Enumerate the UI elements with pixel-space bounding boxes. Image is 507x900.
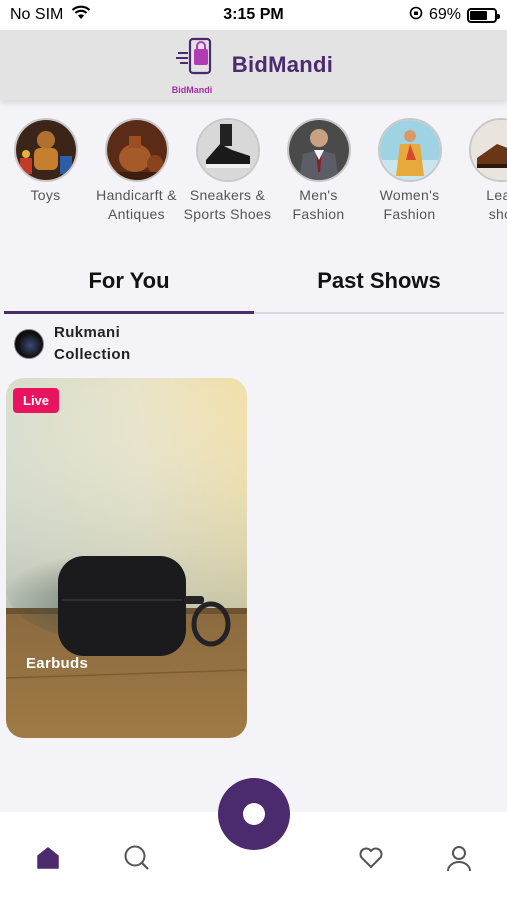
live-show-card[interactable]: Live Earbuds <box>6 378 247 738</box>
home-icon <box>37 847 59 869</box>
leather-shoes-thumbnail <box>468 118 507 182</box>
nav-favorites[interactable] <box>351 838 391 878</box>
profile-icon <box>447 846 471 872</box>
category-toys[interactable]: Toys <box>0 118 91 233</box>
category-label: Handicarft & Antiques <box>96 187 177 222</box>
category-handicraft[interactable]: Handicarft & Antiques <box>91 118 182 233</box>
category-label: Toys <box>30 187 61 203</box>
seller-name[interactable]: Rukmani Collection <box>54 322 131 366</box>
tab-for-you[interactable]: For You <box>4 250 254 314</box>
category-label: Men's Fashion <box>292 187 345 222</box>
orientation-lock-icon <box>409 6 423 25</box>
nav-home[interactable] <box>28 838 68 878</box>
go-live-button[interactable] <box>218 778 290 850</box>
carrier-label: No SIM <box>10 6 64 23</box>
seller-avatar[interactable] <box>14 329 44 359</box>
nav-profile[interactable] <box>439 838 479 878</box>
bidmandi-logo: BidMandi <box>172 37 222 95</box>
show-preview-image <box>6 378 247 738</box>
handicraft-thumbnail <box>104 118 169 182</box>
product-title: Earbuds <box>26 655 89 672</box>
category-womens-fashion[interactable]: Women's Fashion <box>364 118 455 233</box>
search-icon <box>124 845 149 870</box>
category-mens-fashion[interactable]: Men's Fashion <box>273 118 364 233</box>
category-label: Leat sho <box>486 187 507 222</box>
feed-tabs: For You Past Shows <box>4 250 504 314</box>
battery-percent: 69% <box>428 6 461 23</box>
mens-fashion-thumbnail <box>286 118 351 182</box>
womens-fashion-thumbnail <box>377 118 442 182</box>
live-badge: Live <box>13 388 60 413</box>
brand-name: BidMandi <box>231 52 334 77</box>
status-bar: No SIM 3:15 PM 69% <box>0 0 507 30</box>
tab-past-shows[interactable]: Past Shows <box>254 250 504 312</box>
seller-info[interactable]: Rukmani Collection <box>14 322 131 366</box>
category-strip[interactable]: Toys Handicarft & Antiques Sneakers & Sp… <box>0 118 507 233</box>
sneakers-thumbnail <box>195 118 260 182</box>
heart-icon <box>359 847 383 868</box>
category-leather-shoes[interactable]: Leat sho <box>455 118 507 233</box>
category-label: Sneakers & Sports Shoes <box>183 187 272 222</box>
toys-thumbnail <box>13 118 78 182</box>
app-header: BidMandi BidMandi <box>0 30 507 100</box>
category-sneakers[interactable]: Sneakers & Sports Shoes <box>182 118 273 233</box>
wifi-icon <box>71 5 91 25</box>
battery-icon <box>467 7 500 23</box>
record-icon <box>243 803 265 825</box>
nav-search[interactable] <box>117 838 157 878</box>
category-label: Women's Fashion <box>379 187 440 222</box>
